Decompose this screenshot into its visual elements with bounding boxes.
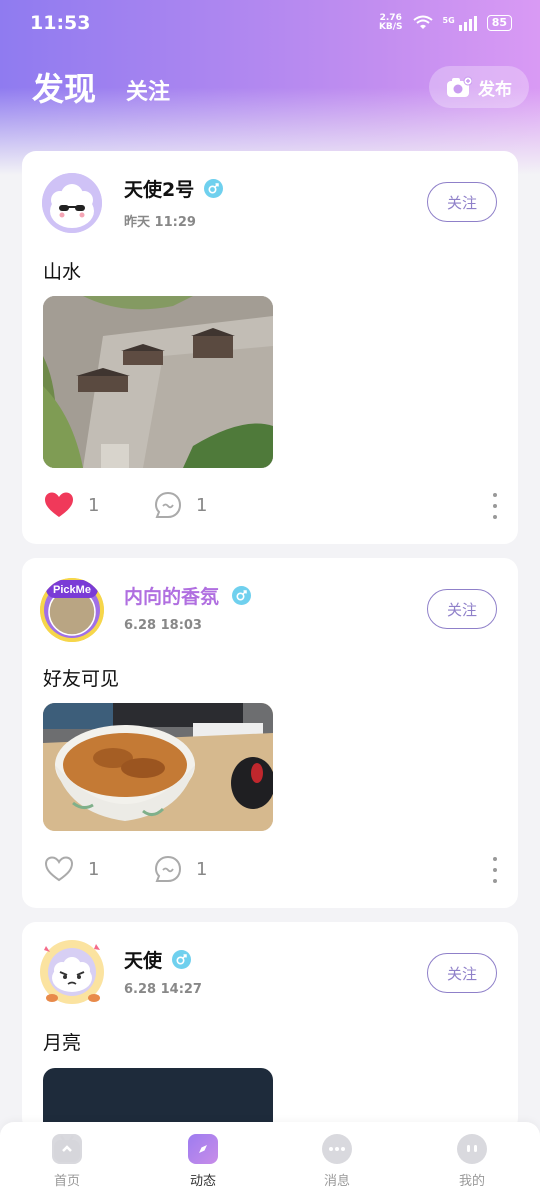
avatar[interactable] <box>38 936 106 1006</box>
status-time: 11:53 <box>30 12 91 34</box>
wifi-icon <box>412 15 433 29</box>
tv-icon <box>52 1134 82 1164</box>
post-image-food-bowl[interactable] <box>43 703 273 831</box>
nav-label: 消息 <box>323 1174 350 1189</box>
avatar[interactable] <box>42 173 102 233</box>
comment-bubble-icon <box>154 855 182 882</box>
comment-button[interactable]: 1 <box>154 855 207 883</box>
post-time: 6.28 14:27 <box>124 982 202 997</box>
post-card[interactable]: 天使 6.28 14:27 关注 月亮 <box>22 922 518 1132</box>
status-bar: 11:53 2.76 KB/S 5G 85 <box>0 0 540 46</box>
follow-button[interactable]: 关注 <box>427 953 497 993</box>
chat-bubble-icon <box>322 1134 352 1164</box>
post-time: 6.28 18:03 <box>124 618 202 633</box>
heart-outline-icon <box>44 856 74 882</box>
nav-item-messages[interactable]: 消息 <box>292 1134 382 1189</box>
pickme-frame-avatar-icon: PickMe <box>40 578 104 642</box>
username[interactable]: 天使2号 <box>124 175 194 202</box>
avatar[interactable]: PickMe <box>40 578 104 642</box>
status-indicators: 2.76 KB/S 5G 85 <box>379 14 512 32</box>
like-count: 1 <box>88 494 100 516</box>
post-card[interactable]: 天使2号 昨天 11:29 关注 山水 1 1 <box>22 151 518 544</box>
post-actions: 1 1 <box>44 491 498 521</box>
battery-indicator: 85 <box>486 15 512 31</box>
camera-add-icon <box>447 76 472 97</box>
signal-icon: 5G <box>443 15 477 31</box>
comment-count: 1 <box>196 494 208 516</box>
cloud-avatar-icon <box>42 173 102 233</box>
post-text: 月亮 <box>43 1032 82 1054</box>
post-text: 好友可见 <box>43 668 120 690</box>
nav-item-moments[interactable]: 动态 <box>158 1134 248 1189</box>
post-time: 昨天 11:29 <box>124 215 196 230</box>
nav-item-home[interactable]: 首页 <box>22 1134 112 1189</box>
pickme-badge-text: PickMe <box>53 584 91 596</box>
male-gender-icon <box>204 179 223 198</box>
compass-icon <box>188 1134 218 1164</box>
follow-button[interactable]: 关注 <box>427 589 497 629</box>
nav-label: 动态 <box>189 1174 216 1189</box>
male-gender-icon <box>172 950 191 969</box>
publish-label: 发布 <box>478 79 512 100</box>
username[interactable]: 内向的香氛 <box>124 582 219 609</box>
profile-face-icon <box>457 1134 487 1164</box>
tab-discover[interactable]: 发现 <box>32 64 96 110</box>
post-card[interactable]: PickMe 内向的香氛 6.28 18:03 关注 好友可见 1 1 <box>22 558 518 908</box>
nav-label: 首页 <box>53 1174 80 1189</box>
bottom-navigation: 首页 动态 消息 我的 <box>0 1122 540 1200</box>
post-text: 山水 <box>43 261 82 283</box>
like-button[interactable]: 1 <box>44 491 99 519</box>
username[interactable]: 天使 <box>124 946 162 973</box>
male-gender-icon <box>232 586 251 605</box>
follow-button[interactable]: 关注 <box>427 182 497 222</box>
heart-filled-icon <box>45 492 73 517</box>
more-options-icon[interactable] <box>492 493 498 519</box>
nav-item-profile[interactable]: 我的 <box>427 1134 517 1189</box>
angry-cloud-avatar-icon <box>40 940 104 1004</box>
comment-button[interactable]: 1 <box>154 491 207 519</box>
tab-follow[interactable]: 关注 <box>126 74 170 106</box>
more-options-icon[interactable] <box>492 857 498 883</box>
post-image-cliff-temple[interactable] <box>43 296 273 468</box>
nav-label: 我的 <box>458 1174 485 1189</box>
like-button[interactable]: 1 <box>44 855 99 883</box>
comment-bubble-icon <box>154 491 182 518</box>
like-count: 1 <box>88 858 100 880</box>
net-speed: 2.76 KB/S <box>378 13 403 32</box>
comment-count: 1 <box>196 858 208 880</box>
publish-button[interactable]: 发布 <box>429 66 529 108</box>
post-actions: 1 1 <box>44 855 498 885</box>
